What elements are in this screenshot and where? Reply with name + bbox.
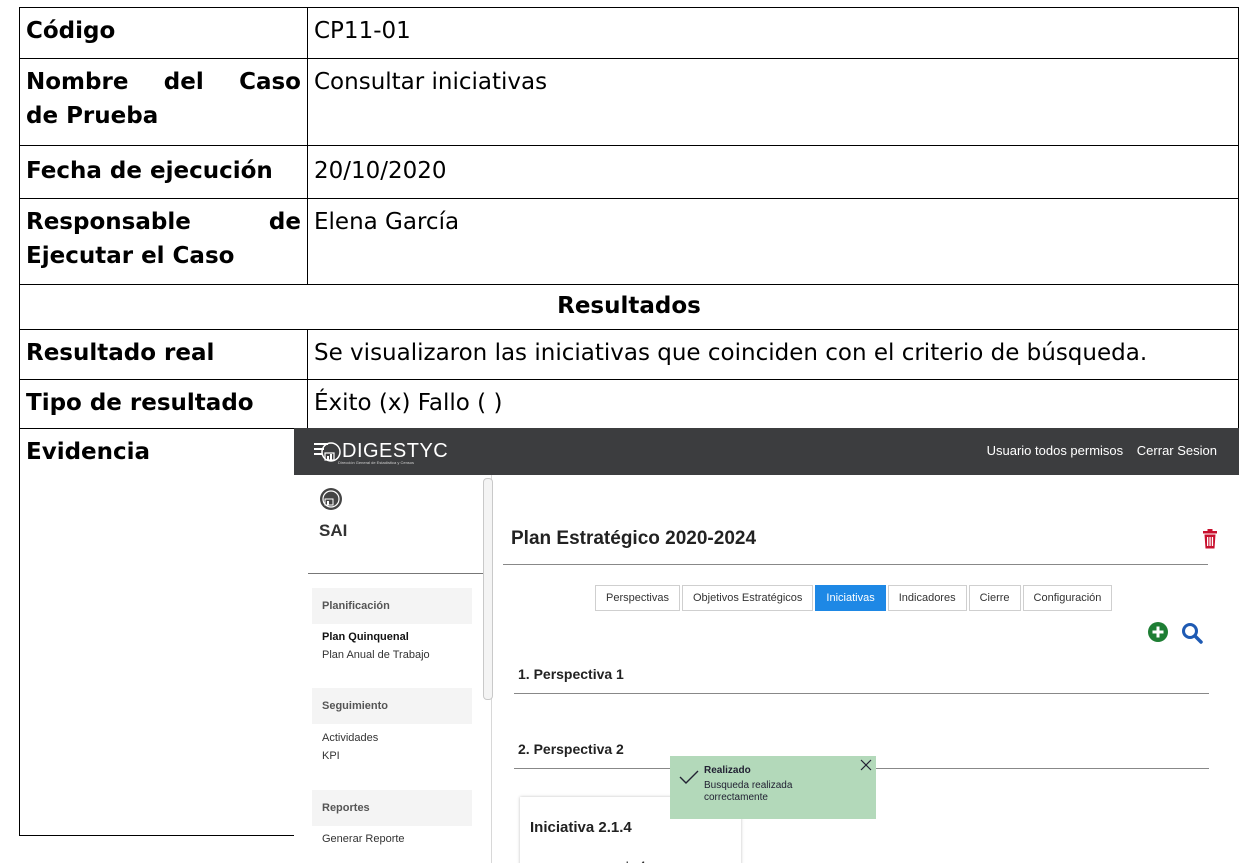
responsable-label-line2: Ejecutar el Caso: [26, 243, 235, 269]
brand-logo[interactable]: DIGESTYC Dirección General de Estadístic…: [314, 440, 448, 465]
app-topbar: DIGESTYC Dirección General de Estadístic…: [294, 428, 1239, 475]
resultado-real-label: Resultado real: [19, 329, 308, 380]
sai-logo-icon: [320, 488, 342, 510]
fecha-value: 20/10/2020: [307, 145, 1239, 199]
responsable-label: Responsable de Ejecutar el Caso: [19, 198, 308, 285]
search-icon[interactable]: [1181, 622, 1203, 644]
tab-configuracion[interactable]: Configuración: [1022, 585, 1113, 611]
tab-objetivos-estrategicos[interactable]: Objetivos Estratégicos: [681, 585, 814, 611]
initiative-card-title: Iniciativa 2.1.4: [530, 819, 632, 836]
resultados-heading: Resultados: [19, 284, 1239, 330]
sidebar-divider: [308, 573, 483, 574]
tab-indicadores[interactable]: Indicadores: [887, 585, 967, 611]
tipo-resultado-value: Éxito (x) Fallo ( ): [307, 379, 1239, 429]
tab-iniciativas[interactable]: Iniciativas: [815, 585, 886, 611]
responsable-label-line1: Responsable de: [26, 209, 301, 235]
nombre-label-line2: de Prueba: [26, 103, 159, 129]
responsable-value: Elena García: [307, 198, 1239, 285]
toast-message: Busqueda realizada correctamente: [704, 780, 793, 803]
tab-cierre[interactable]: Cierre: [968, 585, 1021, 611]
nombre-label: Nombre del Caso de Prueba: [19, 58, 308, 146]
section-perspectiva-2[interactable]: 2. Perspectiva 2: [518, 741, 624, 757]
evidence-screenshot: DIGESTYC Dirección General de Estadístic…: [294, 428, 1239, 863]
tab-bar: Perspectivas Objetivos Estratégicos Inic…: [595, 585, 1114, 611]
nombre-label-line1: Nombre del Caso: [26, 69, 301, 95]
codigo-value: CP11-01: [307, 7, 1239, 59]
tipo-resultado-label: Tipo de resultado: [19, 379, 308, 429]
toast-title: Realizado: [704, 765, 751, 776]
add-circle-icon[interactable]: [1148, 622, 1168, 642]
top-nav: Usuario todos permisos Cerrar Sesion: [977, 443, 1217, 458]
sidebar-item-actividades[interactable]: Actividades: [322, 732, 378, 744]
logout-link[interactable]: Cerrar Sesion: [1137, 443, 1217, 458]
close-icon[interactable]: [860, 759, 872, 771]
sidebar-item-kpi[interactable]: KPI: [322, 750, 340, 762]
user-menu[interactable]: Usuario todos permisos: [987, 443, 1124, 458]
evidencia-label: Evidencia: [19, 428, 308, 836]
sidebar: SAI Planificación Plan Quinquenal Plan A…: [294, 475, 493, 863]
sidebar-section-reportes: Reportes: [312, 790, 472, 826]
sidebar-item-generar-reporte[interactable]: Generar Reporte: [322, 833, 405, 845]
app-name: SAI: [319, 521, 348, 540]
codigo-label: Código: [19, 7, 308, 59]
page-title: Plan Estratégico 2020-2024: [511, 528, 757, 549]
fecha-label: Fecha de ejecución: [19, 145, 308, 199]
nombre-value: Consultar iniciativas: [307, 58, 1239, 146]
tab-perspectivas[interactable]: Perspectivas: [595, 585, 680, 611]
success-toast: Realizado Busqueda realizada correctamen…: [670, 756, 876, 819]
sidebar-section-seguimiento: Seguimiento: [312, 688, 472, 724]
resultado-real-value: Se visualizaron las iniciativas que coin…: [307, 329, 1239, 380]
brand-subtitle: Dirección General de Estadística y Censo…: [338, 460, 415, 465]
section-1-divider: [514, 693, 1209, 694]
sidebar-item-plan-anual[interactable]: Plan Anual de Trabajo: [322, 649, 430, 661]
trash-icon[interactable]: [1202, 529, 1218, 549]
section-perspectiva-1[interactable]: 1. Perspectiva 1: [518, 666, 624, 682]
title-divider: [503, 564, 1208, 565]
check-icon: [679, 770, 699, 784]
sidebar-section-planificacion: Planificación: [312, 588, 472, 624]
sidebar-item-plan-quinquenal[interactable]: Plan Quinquenal: [322, 631, 409, 643]
